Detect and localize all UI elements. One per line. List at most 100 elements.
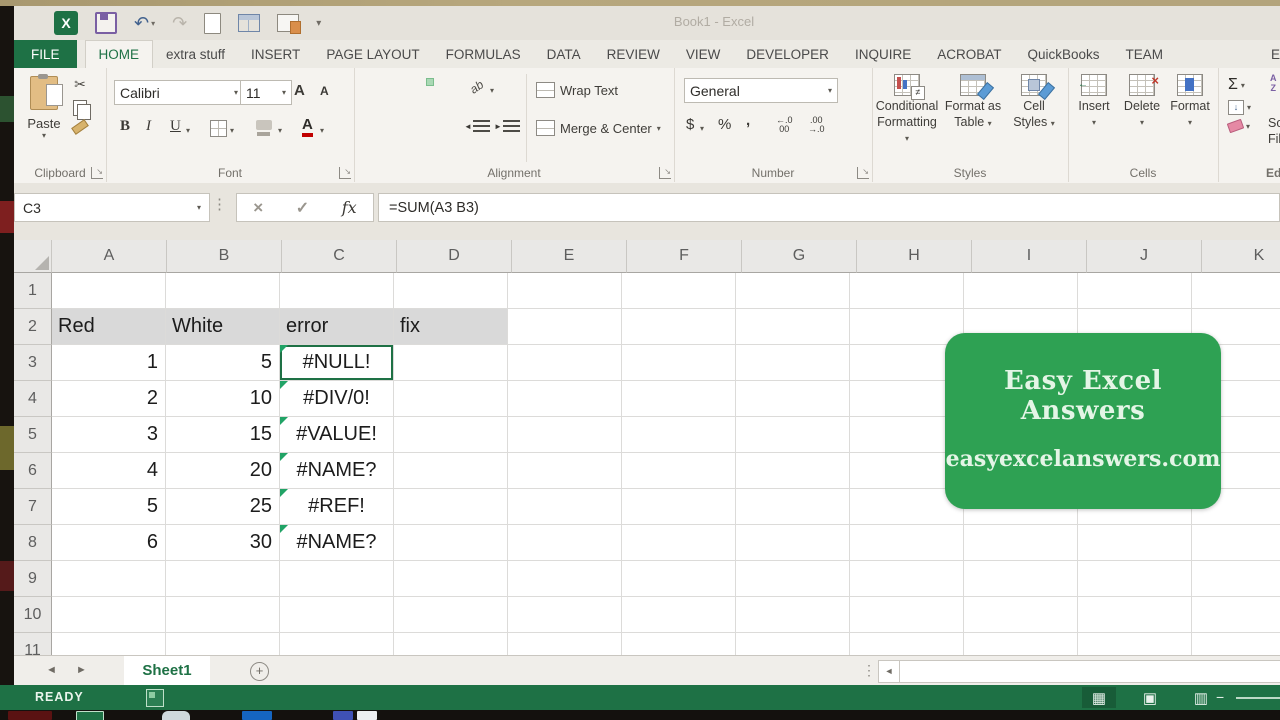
- fill-button[interactable]: ↓ ▾: [1228, 100, 1251, 115]
- cell-H1[interactable]: [850, 273, 964, 309]
- row-header-7[interactable]: 7: [14, 489, 52, 525]
- column-header-c[interactable]: C: [282, 240, 397, 273]
- insert-function-icon[interactable]: fx: [342, 198, 357, 217]
- column-header-i[interactable]: I: [972, 240, 1087, 273]
- ribbon-tab-home[interactable]: HOME: [84, 40, 154, 68]
- row-header-11[interactable]: 11: [14, 633, 52, 655]
- cell-F2[interactable]: [622, 309, 736, 345]
- page-layout-view-icon[interactable]: ▣: [1133, 687, 1167, 708]
- zoom-out-icon[interactable]: −: [1216, 689, 1224, 705]
- cell-C3[interactable]: #NULL!: [280, 345, 394, 381]
- cell-F6[interactable]: [622, 453, 736, 489]
- underline-button[interactable]: U: [170, 118, 181, 135]
- borders-caret-icon[interactable]: ▾: [230, 126, 234, 135]
- cell-D9[interactable]: [394, 561, 508, 597]
- increase-indent-button[interactable]: ►: [494, 120, 520, 133]
- ribbon-tab-developer[interactable]: DEVELOPER: [733, 40, 842, 68]
- clear-button[interactable]: ▾: [1226, 118, 1251, 134]
- cell-H2[interactable]: [850, 309, 964, 345]
- cell-B2[interactable]: White: [166, 309, 280, 345]
- cell-A7[interactable]: 5: [52, 489, 166, 525]
- column-header-a[interactable]: A: [52, 240, 167, 273]
- cell-A2[interactable]: Red: [52, 309, 166, 345]
- ribbon-tab-review[interactable]: REVIEW: [594, 40, 673, 68]
- row-header-9[interactable]: 9: [14, 561, 52, 597]
- name-box[interactable]: C3 ▾: [14, 193, 210, 222]
- cell-B9[interactable]: [166, 561, 280, 597]
- align-left-button[interactable]: [362, 116, 370, 124]
- column-header-j[interactable]: J: [1087, 240, 1202, 273]
- cell-J1[interactable]: [1078, 273, 1192, 309]
- underline-caret-icon[interactable]: ▾: [186, 126, 190, 135]
- formula-input[interactable]: =SUM(A3 B3): [378, 193, 1280, 222]
- cell-G7[interactable]: [736, 489, 850, 525]
- cell-E1[interactable]: [508, 273, 622, 309]
- cell-G2[interactable]: [736, 309, 850, 345]
- cut-icon[interactable]: ✂: [74, 76, 86, 93]
- cell-A10[interactable]: [52, 597, 166, 633]
- cell-D1[interactable]: [394, 273, 508, 309]
- column-header-b[interactable]: B: [167, 240, 282, 273]
- cell-F3[interactable]: [622, 345, 736, 381]
- customize-qat-icon[interactable]: ▾: [316, 18, 321, 29]
- cell-F9[interactable]: [622, 561, 736, 597]
- cell-H9[interactable]: [850, 561, 964, 597]
- cell-I11[interactable]: [964, 633, 1078, 655]
- quick-form-icon[interactable]: [277, 14, 302, 34]
- cell-K9[interactable]: [1192, 561, 1280, 597]
- save-icon[interactable]: [95, 12, 117, 34]
- formula-bar-resize-handle[interactable]: ⋮: [212, 195, 227, 213]
- row-header-5[interactable]: 5: [14, 417, 52, 453]
- ribbon-tab-formulas[interactable]: FORMULAS: [433, 40, 534, 68]
- prev-sheet-icon[interactable]: ◄: [46, 664, 57, 676]
- cell-F11[interactable]: [622, 633, 736, 655]
- select-all-corner[interactable]: [14, 240, 52, 273]
- cell-G1[interactable]: [736, 273, 850, 309]
- delete-cells-button[interactable]: × Delete ▾: [1120, 73, 1164, 127]
- cell-E8[interactable]: [508, 525, 622, 561]
- cell-G8[interactable]: [736, 525, 850, 561]
- cell-B11[interactable]: [166, 633, 280, 655]
- cell-H11[interactable]: [850, 633, 964, 655]
- taskbar-icon[interactable]: [162, 711, 190, 720]
- cell-G6[interactable]: [736, 453, 850, 489]
- align-center-button[interactable]: [394, 116, 402, 124]
- cell-B8[interactable]: 30: [166, 525, 280, 561]
- cell-C9[interactable]: [280, 561, 394, 597]
- taskbar-icon[interactable]: [8, 711, 52, 720]
- cell-B10[interactable]: [166, 597, 280, 633]
- ribbon-tab-page-layout[interactable]: PAGE LAYOUT: [313, 40, 432, 68]
- taskbar-icon[interactable]: [357, 711, 377, 720]
- cell-K1[interactable]: [1192, 273, 1280, 309]
- taskbar-icon[interactable]: [242, 711, 272, 720]
- cell-B4[interactable]: 10: [166, 381, 280, 417]
- cell-F1[interactable]: [622, 273, 736, 309]
- horizontal-scrollbar[interactable]: [899, 660, 1280, 683]
- cell-C11[interactable]: [280, 633, 394, 655]
- column-header-k[interactable]: K: [1202, 240, 1280, 273]
- cell-A8[interactable]: 6: [52, 525, 166, 561]
- cell-B1[interactable]: [166, 273, 280, 309]
- accounting-format-button[interactable]: $: [686, 116, 694, 133]
- cell-D4[interactable]: [394, 381, 508, 417]
- font-color-caret-icon[interactable]: ▾: [320, 126, 324, 135]
- cell-E4[interactable]: [508, 381, 622, 417]
- cell-A11[interactable]: [52, 633, 166, 655]
- paste-button[interactable]: Paste ▾: [22, 74, 66, 164]
- column-header-d[interactable]: D: [397, 240, 512, 273]
- cancel-icon[interactable]: ×: [253, 198, 263, 218]
- borders-icon[interactable]: [210, 120, 227, 137]
- ribbon-tab-team[interactable]: TEAM: [1113, 40, 1177, 68]
- autosum-button[interactable]: Σ ▾: [1228, 76, 1251, 94]
- column-header-h[interactable]: H: [857, 240, 972, 273]
- undo-caret-icon[interactable]: ▾: [151, 19, 155, 28]
- column-header-f[interactable]: F: [627, 240, 742, 273]
- insert-cells-button[interactable]: ← Insert ▾: [1072, 74, 1116, 127]
- cell-G9[interactable]: [736, 561, 850, 597]
- cell-I10[interactable]: [964, 597, 1078, 633]
- cell-E6[interactable]: [508, 453, 622, 489]
- cell-H10[interactable]: [850, 597, 964, 633]
- cell-I1[interactable]: [964, 273, 1078, 309]
- row-header-4[interactable]: 4: [14, 381, 52, 417]
- font-dialog-launcher-icon[interactable]: ↘: [339, 167, 351, 179]
